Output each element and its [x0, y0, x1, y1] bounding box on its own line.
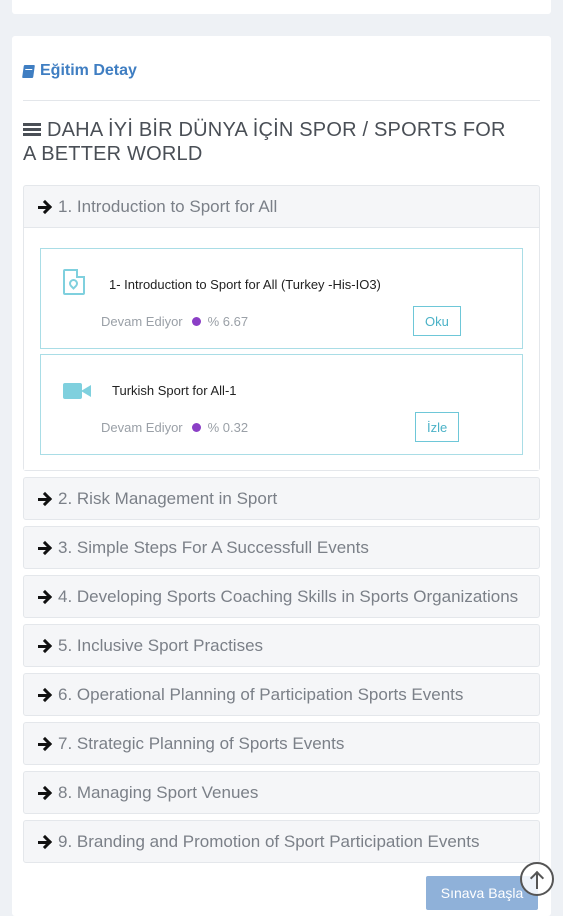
- list-icon: [23, 123, 41, 137]
- module-label: 6. Operational Planning of Participation…: [58, 684, 464, 704]
- video-icon: [63, 383, 91, 399]
- module-item: 1. Introduction to Sport for All 1- Intr…: [23, 185, 540, 471]
- arrow-right-icon: [38, 738, 52, 750]
- module-header-2[interactable]: 2. Risk Management in Sport: [24, 478, 539, 519]
- pdf-icon: [63, 269, 85, 295]
- module-label: 7. Strategic Planning of Sports Events: [58, 733, 345, 753]
- module-item: 2. Risk Management in Sport: [23, 477, 540, 520]
- lesson-card: Turkish Sport for All-1 Devam Ediyor % 0…: [40, 354, 523, 455]
- module-item: 4. Developing Sports Coaching Skills in …: [23, 575, 540, 618]
- module-label: 8. Managing Sport Venues: [58, 782, 259, 802]
- arrow-right-icon: [38, 591, 52, 603]
- panel-header: Eğitim Detay: [22, 62, 540, 101]
- arrow-right-icon: [38, 640, 52, 652]
- module-body-1: 1- Introduction to Sport for All (Turkey…: [24, 227, 539, 470]
- module-item: 3. Simple Steps For A Successfull Events: [23, 526, 540, 569]
- lesson-card: 1- Introduction to Sport for All (Turkey…: [40, 248, 523, 349]
- arrow-right-icon: [38, 542, 52, 554]
- module-header-3[interactable]: 3. Simple Steps For A Successfull Events: [24, 527, 539, 568]
- lesson-status: Devam Ediyor % 0.32: [101, 420, 248, 435]
- module-label: 4. Developing Sports Coaching Skills in …: [58, 586, 519, 606]
- status-dot: [191, 423, 201, 432]
- lesson-title: Turkish Sport for All-1: [112, 383, 237, 398]
- lesson-progress: % 6.67: [207, 314, 249, 329]
- lesson-status: Devam Ediyor % 6.67: [101, 314, 248, 329]
- arrow-right-icon: [38, 493, 52, 505]
- watch-button[interactable]: İzle: [415, 412, 460, 442]
- book-icon: [22, 64, 35, 78]
- module-header-5[interactable]: 5. Inclusive Sport Practises: [24, 625, 539, 666]
- module-label: 2. Risk Management in Sport: [58, 488, 278, 508]
- module-header-4[interactable]: 4. Developing Sports Coaching Skills in …: [24, 576, 539, 617]
- arrow-right-icon: [38, 836, 52, 848]
- module-item: 5. Inclusive Sport Practises: [23, 624, 540, 667]
- module-header-8[interactable]: 8. Managing Sport Venues: [24, 772, 539, 813]
- course-title-text: DAHA İYİ BİR DÜNYA İÇİN SPOR / SPORTS FO…: [23, 119, 506, 165]
- arrow-right-icon: [38, 201, 52, 213]
- course-title: DAHA İYİ BİR DÜNYA İÇİN SPOR / SPORTS FO…: [23, 118, 521, 166]
- lesson-progress: % 0.32: [207, 420, 249, 435]
- module-header-6[interactable]: 6. Operational Planning of Participation…: [24, 674, 539, 715]
- lesson-title: 1- Introduction to Sport for All (Turkey…: [109, 277, 381, 292]
- module-item: 8. Managing Sport Venues: [23, 771, 540, 814]
- module-accordion: 1. Introduction to Sport for All 1- Intr…: [23, 185, 540, 869]
- scroll-to-top-icon[interactable]: [520, 862, 554, 896]
- module-item: 9. Branding and Promotion of Sport Parti…: [23, 820, 540, 863]
- course-detail-panel: Eğitim Detay DAHA İYİ BİR DÜNYA İÇİN SPO…: [12, 36, 551, 916]
- module-header-7[interactable]: 7. Strategic Planning of Sports Events: [24, 723, 539, 764]
- top-card: [12, 0, 551, 14]
- lesson-status-text: Devam Ediyor: [101, 420, 183, 435]
- arrow-right-icon: [38, 787, 52, 799]
- module-header-1[interactable]: 1. Introduction to Sport for All: [24, 186, 539, 227]
- status-dot: [191, 317, 201, 326]
- module-item: 7. Strategic Planning of Sports Events: [23, 722, 540, 765]
- lesson-status-text: Devam Ediyor: [101, 314, 183, 329]
- panel-title: Eğitim Detay: [22, 62, 137, 80]
- module-label: 5. Inclusive Sport Practises: [58, 635, 264, 655]
- module-label: 9. Branding and Promotion of Sport Parti…: [58, 831, 480, 851]
- module-label: 3. Simple Steps For A Successfull Events: [58, 537, 369, 557]
- read-button[interactable]: Oku: [413, 306, 461, 336]
- module-item: 6. Operational Planning of Participation…: [23, 673, 540, 716]
- module-header-9[interactable]: 9. Branding and Promotion of Sport Parti…: [24, 821, 539, 862]
- module-label: 1. Introduction to Sport for All: [58, 196, 278, 216]
- panel-title-label: Eğitim Detay: [40, 62, 137, 79]
- arrow-right-icon: [38, 689, 52, 701]
